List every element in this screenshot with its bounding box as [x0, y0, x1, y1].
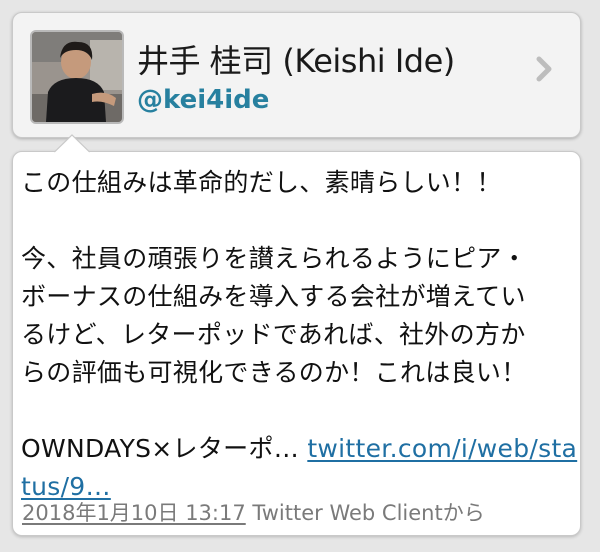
- tweet-meta: 2018年1月10日 13:17 Twitter Web Clientから: [22, 497, 485, 527]
- tweet-link[interactable]: twitter.com/i/web/sta: [307, 434, 577, 463]
- client-label: Twitter Web Clientから: [245, 501, 485, 525]
- user-handle[interactable]: @kei4ide: [137, 85, 269, 115]
- person-photo-icon: [32, 32, 122, 122]
- tweet-line: 今、社員の頑張りを讃えられるようにピア・: [21, 244, 528, 273]
- avatar[interactable]: [30, 30, 124, 124]
- tweet-line: らの評価も可視化できるのか！これは良い！: [21, 358, 527, 387]
- tweet-line: この仕組みは革命的だし、素晴らしい！！: [21, 168, 502, 197]
- tweet-line: るけど、レターポッドであれば、社外の方か: [21, 320, 526, 349]
- timestamp-link[interactable]: 2018年1月10日 13:17: [22, 501, 246, 525]
- chevron-right-icon[interactable]: [531, 56, 557, 82]
- bubble-tail: [54, 134, 90, 154]
- tweet-link-line: OWNDAYS×レターポ… twitter.com/i/web/sta: [21, 430, 577, 468]
- profile-header[interactable]: 井手 桂司 (Keishi Ide) @kei4ide: [12, 12, 581, 138]
- display-name[interactable]: 井手 桂司 (Keishi Ide): [137, 36, 455, 82]
- link-prefix: OWNDAYS×レターポ…: [21, 434, 308, 463]
- tweet-line: ボーナスの仕組みを導入する会社が増えてい: [21, 282, 526, 311]
- tweet-text: この仕組みは革命的だし、素晴らしい！！ 今、社員の頑張りを讃えられるようにピア・…: [21, 164, 577, 506]
